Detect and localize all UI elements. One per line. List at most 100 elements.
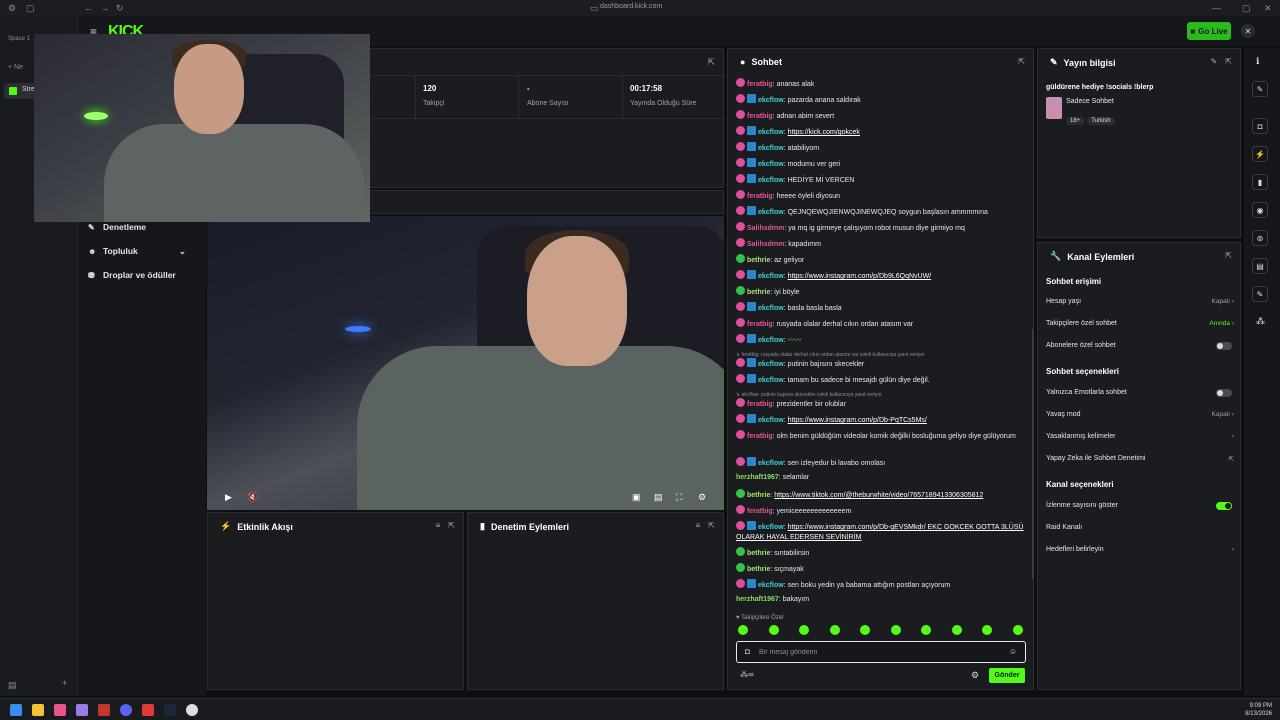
chat-message[interactable]: feratbig: olm benim güldüğüm videolar ko… — [736, 430, 1026, 442]
chat-message[interactable]: herzhaft1967: bakayım — [736, 595, 1026, 605]
chat-username[interactable]: ekcflow — [758, 161, 784, 168]
chat-username[interactable]: feratbig — [747, 81, 773, 88]
recorder-icon[interactable] — [142, 704, 154, 716]
emotes-only-toggle[interactable] — [1216, 389, 1232, 397]
ai-moderation-row[interactable]: Yapay Zeka ile Sohbet Denetimi ⇱ — [1046, 455, 1234, 463]
emote-icon[interactable] — [738, 625, 748, 635]
chat-message[interactable]: feratbig: heeee öyleli diyosun — [736, 190, 1026, 202]
chat-username[interactable]: ekcflow — [758, 417, 784, 424]
chat-username[interactable]: bethrie — [747, 257, 770, 264]
goals-row[interactable]: Hedefleri belirleyin › — [1046, 546, 1234, 553]
chat-username[interactable]: ekcflow — [758, 129, 784, 136]
chat-username[interactable]: ekcflow — [758, 377, 784, 384]
emote-icon[interactable] — [829, 625, 840, 635]
popout-icon[interactable]: ⇱ — [1018, 57, 1025, 66]
play-icon[interactable]: ▶ — [225, 492, 232, 503]
popout-icon[interactable]: ⇱ — [1225, 57, 1232, 66]
shield-icon[interactable]: ◘ — [1252, 118, 1268, 134]
chat-username[interactable]: ekcflow — [758, 209, 784, 216]
expand-icon[interactable]: ⇱ — [707, 57, 715, 68]
chat-username[interactable]: bethrie — [747, 289, 770, 296]
chat-message[interactable]: ekcflow: https://kick.com/gokcek — [736, 126, 1026, 138]
chat-text[interactable]: https://kick.com/gokcek — [788, 129, 860, 136]
url-bar[interactable]: dashboard.kick.com — [600, 3, 662, 10]
sidebar-toggle-icon[interactable]: ▢ — [26, 3, 35, 14]
chat-message[interactable]: feratbig: yemiceeeeeeeeeeeeem — [736, 505, 1026, 517]
chat-message[interactable]: feratbig: ananas alak — [736, 78, 1026, 90]
chat-username[interactable]: ekcflow — [758, 460, 784, 467]
steam-icon[interactable] — [164, 704, 176, 716]
chat-text[interactable]: https://www.instagram.com/p/Db9L6QqNvUW/ — [788, 273, 932, 280]
chat-username[interactable]: ekcflow — [758, 524, 784, 531]
chat-username[interactable]: feratbig — [747, 508, 773, 515]
chat-message[interactable]: ekcflow: HEDİYE Mİ VERCEN — [736, 174, 1026, 186]
chat-username[interactable]: feratbig — [747, 113, 773, 120]
chat-username[interactable]: herzhaft1967 — [736, 596, 779, 603]
followers-chat-row[interactable]: Takipçilere özel sohbet Anında › — [1046, 320, 1234, 327]
points-icon[interactable]: ⁂∞ — [740, 670, 754, 679]
chat-username[interactable]: herzhaft1967 — [736, 474, 779, 481]
chat-message[interactable]: ekcflow: modumu ver geri — [736, 158, 1026, 170]
chat-message[interactable]: herzhaft1967: selamlar — [736, 473, 1026, 483]
send-button[interactable]: Gönder — [989, 668, 1025, 683]
chat-username[interactable]: ekcflow — [758, 145, 784, 152]
chat-message[interactable]: Salihxdmm: kapadımm — [736, 238, 1026, 250]
chat-message[interactable]: ekcflow: https://www.instagram.com/p/Db-… — [736, 414, 1026, 426]
bolt-icon[interactable]: ⚡ — [1252, 146, 1268, 162]
library-icon[interactable]: ▤ — [8, 680, 17, 691]
chat-username[interactable]: feratbig — [747, 401, 773, 408]
chrome-icon[interactable] — [186, 704, 198, 716]
show-viewers-toggle[interactable] — [1216, 502, 1232, 510]
chat-message[interactable]: ekcflow: QEJNQEWQJIENWQJINEWQJEQ soygun … — [736, 206, 1026, 218]
nodes-icon[interactable]: ⁂ — [1256, 316, 1265, 327]
trash-icon[interactable]: ▮ — [1252, 174, 1268, 190]
chat-message[interactable]: feratbig: adnan abim severt — [736, 110, 1026, 122]
forward-icon[interactable]: → — [100, 3, 109, 13]
pip-icon[interactable]: ▣ — [632, 492, 641, 503]
account-age-row[interactable]: Hesap yaşı Kapalı › — [1046, 298, 1234, 305]
new-tab-button[interactable]: + Ne — [8, 64, 23, 71]
emote-icon[interactable] — [951, 625, 962, 635]
filter-icon[interactable]: ≡ — [696, 521, 701, 530]
popout-icon[interactable]: ⇱ — [708, 521, 715, 530]
banned-words-row[interactable]: Yasaklanmış kelimeler › — [1046, 433, 1234, 440]
chat-message[interactable]: ekcflow: sen izleyedur bi lavabo omolası — [736, 457, 1026, 469]
emoji-icon[interactable]: ☺ — [1009, 647, 1017, 656]
popout-icon[interactable]: ⇱ — [448, 521, 455, 530]
nav-item-community[interactable]: ☻ Topluluk ⌄ — [88, 246, 196, 257]
browser-app-icon[interactable] — [76, 704, 88, 716]
chat-icon[interactable]: ◉ — [1252, 202, 1268, 218]
chat-text[interactable]: https://www.instagram.com/p/Db-PqTCs5Ms/ — [788, 417, 927, 424]
chat-message[interactable]: ekcflow: atabiliyom — [736, 142, 1026, 154]
popout-icon[interactable]: ⇱ — [1225, 251, 1232, 260]
emote-icon[interactable] — [1012, 625, 1023, 635]
go-live-button[interactable]: ■ Go Live — [1187, 22, 1231, 40]
chat-message[interactable]: bethrie: iyi böyle — [736, 286, 1026, 298]
theater-icon[interactable]: ▤ — [654, 492, 663, 503]
chat-username[interactable]: bethrie — [747, 492, 770, 499]
chat-username[interactable]: ekcflow — [758, 361, 784, 368]
chat-message[interactable]: ekcflow: https://www.instagram.com/p/Db9… — [736, 270, 1026, 282]
emote-icon[interactable] — [982, 625, 992, 635]
chat-username[interactable]: feratbig — [747, 321, 773, 328]
chat-text[interactable]: https://www.tiktok.com/@theburwhite/vide… — [774, 492, 983, 499]
chat-message[interactable]: bethrie: az geliyor — [736, 254, 1026, 266]
settings-icon[interactable]: ⚙ — [8, 3, 16, 14]
app-icon[interactable] — [98, 704, 110, 716]
chat-message[interactable]: ekcflow: 〰〰 — [736, 334, 1026, 346]
chat-message-input[interactable] — [759, 646, 999, 659]
emote-icon[interactable] — [921, 625, 931, 635]
chat-message[interactable]: bethrie: sıntabilirsin — [736, 547, 1026, 559]
gear-icon[interactable]: ⚙ — [971, 670, 979, 681]
chat-message[interactable]: Salihxdmm: ya mq ig girmeye çalışıyom ro… — [736, 222, 1026, 234]
chat-message[interactable]: ekcflow: pazarda anana saldırak — [736, 94, 1026, 106]
emote-icon[interactable] — [890, 625, 901, 635]
music-app-icon[interactable] — [54, 704, 66, 716]
nav-item-drops[interactable]: ⛃ Droplar ve ödüller — [88, 270, 176, 280]
close-window-icon[interactable]: ✕ — [1264, 3, 1272, 14]
reload-icon[interactable]: ↻ — [116, 3, 124, 14]
discord-icon[interactable] — [120, 704, 132, 716]
stream-preview[interactable]: ▶ 🔇 ▣ ▤ ⛶ ⚙ — [207, 216, 724, 510]
chat-message[interactable]: ekcflow: https://www.instagram.com/p/Db-… — [736, 521, 1026, 543]
emote-icon[interactable] — [799, 625, 809, 635]
